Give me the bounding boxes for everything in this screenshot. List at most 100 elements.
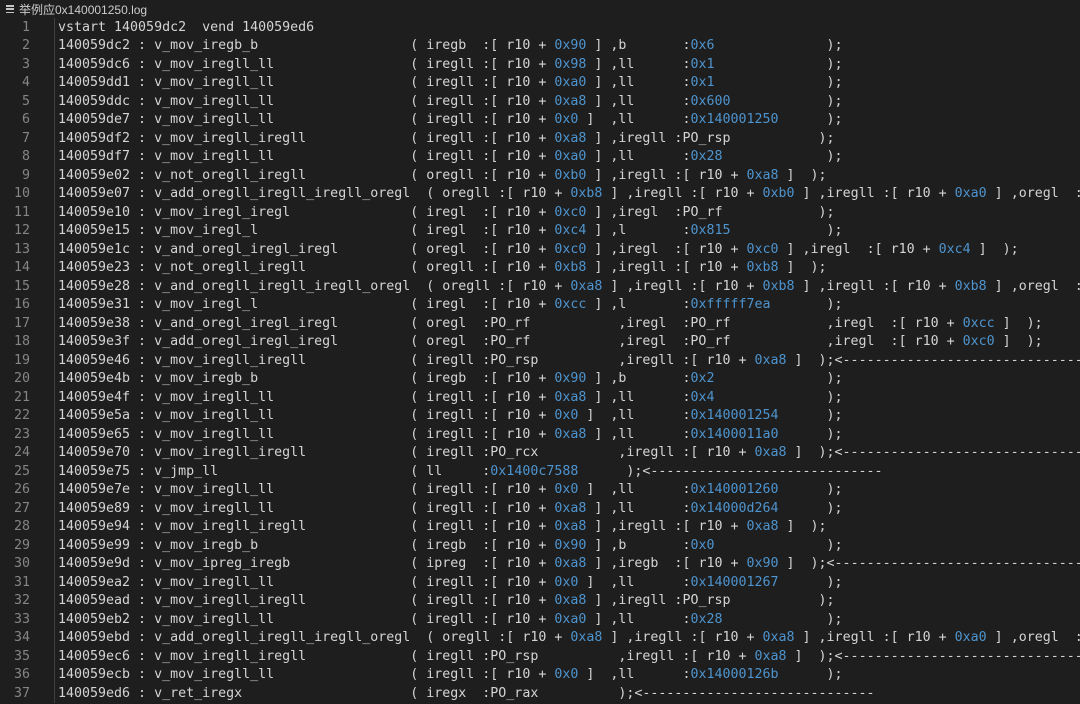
code-line[interactable]: 27 140059e89 : v_mov_iregll_ll ( iregll :…: [0, 499, 1080, 518]
code-text: 140059df7 : v_mov_iregll_ll ( iregll :[ …: [58, 149, 843, 164]
code-line[interactable]: 1 vstart 140059dc2 vend 140059ed6: [0, 18, 1080, 37]
code-line[interactable]: 13 140059e1c : v_and_oregl_iregl_iregl ( …: [0, 240, 1080, 259]
text-token: ] );: [970, 241, 1019, 257]
text-token: 140059e75 : v_jmp_ll ( ll :: [58, 463, 491, 479]
hex-token: 0xa0: [954, 186, 987, 202]
indent-guide: [54, 18, 55, 37]
hex-token: 0x28: [690, 611, 723, 627]
text-token: ] ,iregll :[ r10 +: [586, 519, 747, 535]
indent-guide: [54, 665, 55, 684]
code-text: 140059de7 : v_mov_iregll_ll ( iregll :[ …: [58, 112, 843, 127]
code-line[interactable]: 7 140059df2 : v_mov_iregll_iregll ( iregl…: [0, 129, 1080, 148]
indent-guide: [54, 425, 55, 444]
code-line[interactable]: 25 140059e75 : v_jmp_ll ( ll :0x1400c7588…: [0, 462, 1080, 481]
text-token: ] ,ll :: [586, 426, 691, 442]
code-line[interactable]: 9 140059e02 : v_not_oregll_iregll ( oregl…: [0, 166, 1080, 185]
code-line[interactable]: 24 140059e70 : v_mov_iregll_iregll ( ireg…: [0, 443, 1080, 462]
code-line[interactable]: 3 140059dc6 : v_mov_iregll_ll ( iregll :[…: [0, 55, 1080, 74]
text-token: ] );<---------------------------------: [786, 648, 1080, 664]
text-token: ] ,ll :: [586, 149, 691, 165]
code-line[interactable]: 26 140059e7e : v_mov_iregll_ll ( iregll :…: [0, 480, 1080, 499]
code-line[interactable]: 30 140059e9d : v_mov_ipreg_iregb ( ipreg …: [0, 554, 1080, 573]
hex-token: 0xc0: [746, 241, 779, 257]
code-text: 140059e5a : v_mov_iregll_ll ( iregll :[ …: [58, 408, 843, 423]
code-line[interactable]: 32 140059ead : v_mov_iregll_iregll ( ireg…: [0, 591, 1080, 610]
text-token: 140059e23 : v_not_oregll_iregll ( oregll…: [58, 260, 555, 276]
hex-token: 0xa8: [570, 630, 603, 646]
text-token: );: [714, 371, 843, 387]
line-number: 24: [13, 445, 30, 461]
indent-guide: [54, 55, 55, 74]
code-line[interactable]: 23 140059e65 : v_mov_iregll_ll ( iregll :…: [0, 425, 1080, 444]
line-number: 10: [13, 186, 30, 202]
code-line[interactable]: 36 140059ecb : v_mov_iregll_ll ( iregll :…: [0, 665, 1080, 684]
line-number: 12: [13, 223, 30, 239]
code-line[interactable]: 33 140059eb2 : v_mov_iregll_ll ( iregll :…: [0, 610, 1080, 629]
code-text: 140059ea2 : v_mov_iregll_ll ( iregll :[ …: [58, 575, 843, 590]
code-line[interactable]: 2 140059dc2 : v_mov_iregb_b ( iregb :[ r1…: [0, 36, 1080, 55]
text-token: ] ,ll :: [586, 75, 691, 91]
code-line[interactable]: 37 140059ed6 : v_ret_iregx ( iregx :PO_ra…: [0, 684, 1080, 703]
code-line[interactable]: 31 140059ea2 : v_mov_iregll_ll ( iregll :…: [0, 573, 1080, 592]
hex-token: 0x600: [690, 93, 731, 109]
code-line[interactable]: 11 140059e10 : v_mov_iregl_iregl ( iregl …: [0, 203, 1080, 222]
code-line[interactable]: 16 140059e31 : v_mov_iregl_l ( iregl :[ r…: [0, 295, 1080, 314]
code-line[interactable]: 21 140059e4f : v_mov_iregll_ll ( iregll :…: [0, 388, 1080, 407]
hex-token: 0x1: [690, 75, 715, 91]
text-token: );: [770, 297, 843, 313]
code-line[interactable]: 12 140059e15 : v_mov_iregl_l ( iregl :[ r…: [0, 221, 1080, 240]
indent-guide: [54, 147, 55, 166]
code-line[interactable]: 15 140059e28 : v_and_oregll_iregll_iregll…: [0, 277, 1080, 296]
text-token: );: [778, 667, 843, 683]
hex-token: 0xfffff7ea: [690, 297, 771, 313]
hex-token: 0x90: [746, 556, 779, 572]
text-token: ] ,ll :: [578, 574, 691, 590]
code-text: 140059e28 : v_and_oregll_iregll_iregll_o…: [58, 279, 1080, 294]
code-text: 140059e4b : v_mov_iregb_b ( iregb :[ r10…: [58, 371, 843, 386]
text-token: 140059e9d : v_mov_ipreg_iregb ( ipreg :[…: [58, 556, 555, 572]
hex-token: 0xb8: [554, 260, 587, 276]
line-number: 3: [21, 56, 30, 72]
hex-token: 0x14000126b: [690, 667, 779, 683]
indent-guide: [54, 388, 55, 407]
code-line[interactable]: 8 140059df7 : v_mov_iregll_ll ( iregll :[…: [0, 147, 1080, 166]
line-number: 19: [13, 352, 30, 368]
hex-token: 0xa8: [754, 352, 787, 368]
code-text: 140059e9d : v_mov_ipreg_iregb ( ipreg :[…: [58, 556, 1080, 571]
code-editor[interactable]: 1 vstart 140059dc2 vend 140059ed6 2 140059d…: [0, 18, 1080, 703]
hex-token: 0x140001260: [690, 482, 779, 498]
text-token: ] );<---------------------------------: [786, 352, 1080, 368]
code-line[interactable]: 14 140059e23 : v_not_oregll_iregll ( oreg…: [0, 258, 1080, 277]
code-line[interactable]: 17 140059e38 : v_and_oregl_iregl_iregl ( …: [0, 314, 1080, 333]
code-text: 140059dc2 : v_mov_iregb_b ( iregb :[ r10…: [58, 38, 843, 53]
hex-token: 0xc0: [962, 334, 995, 350]
hex-token: 0xb8: [954, 278, 987, 294]
text-token: ] );: [778, 260, 827, 276]
hex-token: 0x28: [690, 149, 723, 165]
hex-token: 0x0: [554, 112, 579, 128]
indent-guide: [54, 351, 55, 370]
line-number: 29: [13, 537, 30, 553]
text-token: 140059e3f : v_add_oregl_iregl_iregl ( or…: [58, 334, 963, 350]
code-line[interactable]: 20 140059e4b : v_mov_iregb_b ( iregb :[ r…: [0, 369, 1080, 388]
code-line[interactable]: 22 140059e5a : v_mov_iregll_ll ( iregll :…: [0, 406, 1080, 425]
code-text: 140059ecb : v_mov_iregll_ll ( iregll :[ …: [58, 667, 843, 682]
code-line[interactable]: 18 140059e3f : v_add_oregl_iregl_iregl ( …: [0, 332, 1080, 351]
code-text: 140059e10 : v_mov_iregl_iregl ( iregl :[…: [58, 205, 835, 220]
editor-tab[interactable]: 举例应0x140001250.log: [0, 0, 1080, 18]
hex-token: 0xa8: [554, 519, 587, 535]
hex-token: 0xa8: [554, 93, 587, 109]
text-token: ] ,iregll :PO_rsp );: [586, 130, 835, 146]
tab-title: 举例应0x140001250.log: [19, 2, 148, 17]
code-line[interactable]: 5 140059ddc : v_mov_iregll_ll ( iregll :[…: [0, 92, 1080, 111]
code-line[interactable]: 6 140059de7 : v_mov_iregll_ll ( iregll :[…: [0, 110, 1080, 129]
code-line[interactable]: 4 140059dd1 : v_mov_iregll_ll ( iregll :[…: [0, 73, 1080, 92]
code-line[interactable]: 10 140059e07 : v_add_oregll_iregll_iregll…: [0, 184, 1080, 203]
code-line[interactable]: 19 140059e46 : v_mov_iregll_iregll ( ireg…: [0, 351, 1080, 370]
code-line[interactable]: 28 140059e94 : v_mov_iregll_iregll ( ireg…: [0, 517, 1080, 536]
code-line[interactable]: 35 140059ec6 : v_mov_iregll_iregll ( ireg…: [0, 647, 1080, 666]
hex-token: 0xa8: [746, 167, 779, 183]
code-text: 140059e46 : v_mov_iregll_iregll ( iregll…: [58, 353, 1080, 368]
code-line[interactable]: 34 140059ebd : v_add_oregll_iregll_iregll…: [0, 628, 1080, 647]
code-line[interactable]: 29 140059e99 : v_mov_iregb_b ( iregb :[ r…: [0, 536, 1080, 555]
